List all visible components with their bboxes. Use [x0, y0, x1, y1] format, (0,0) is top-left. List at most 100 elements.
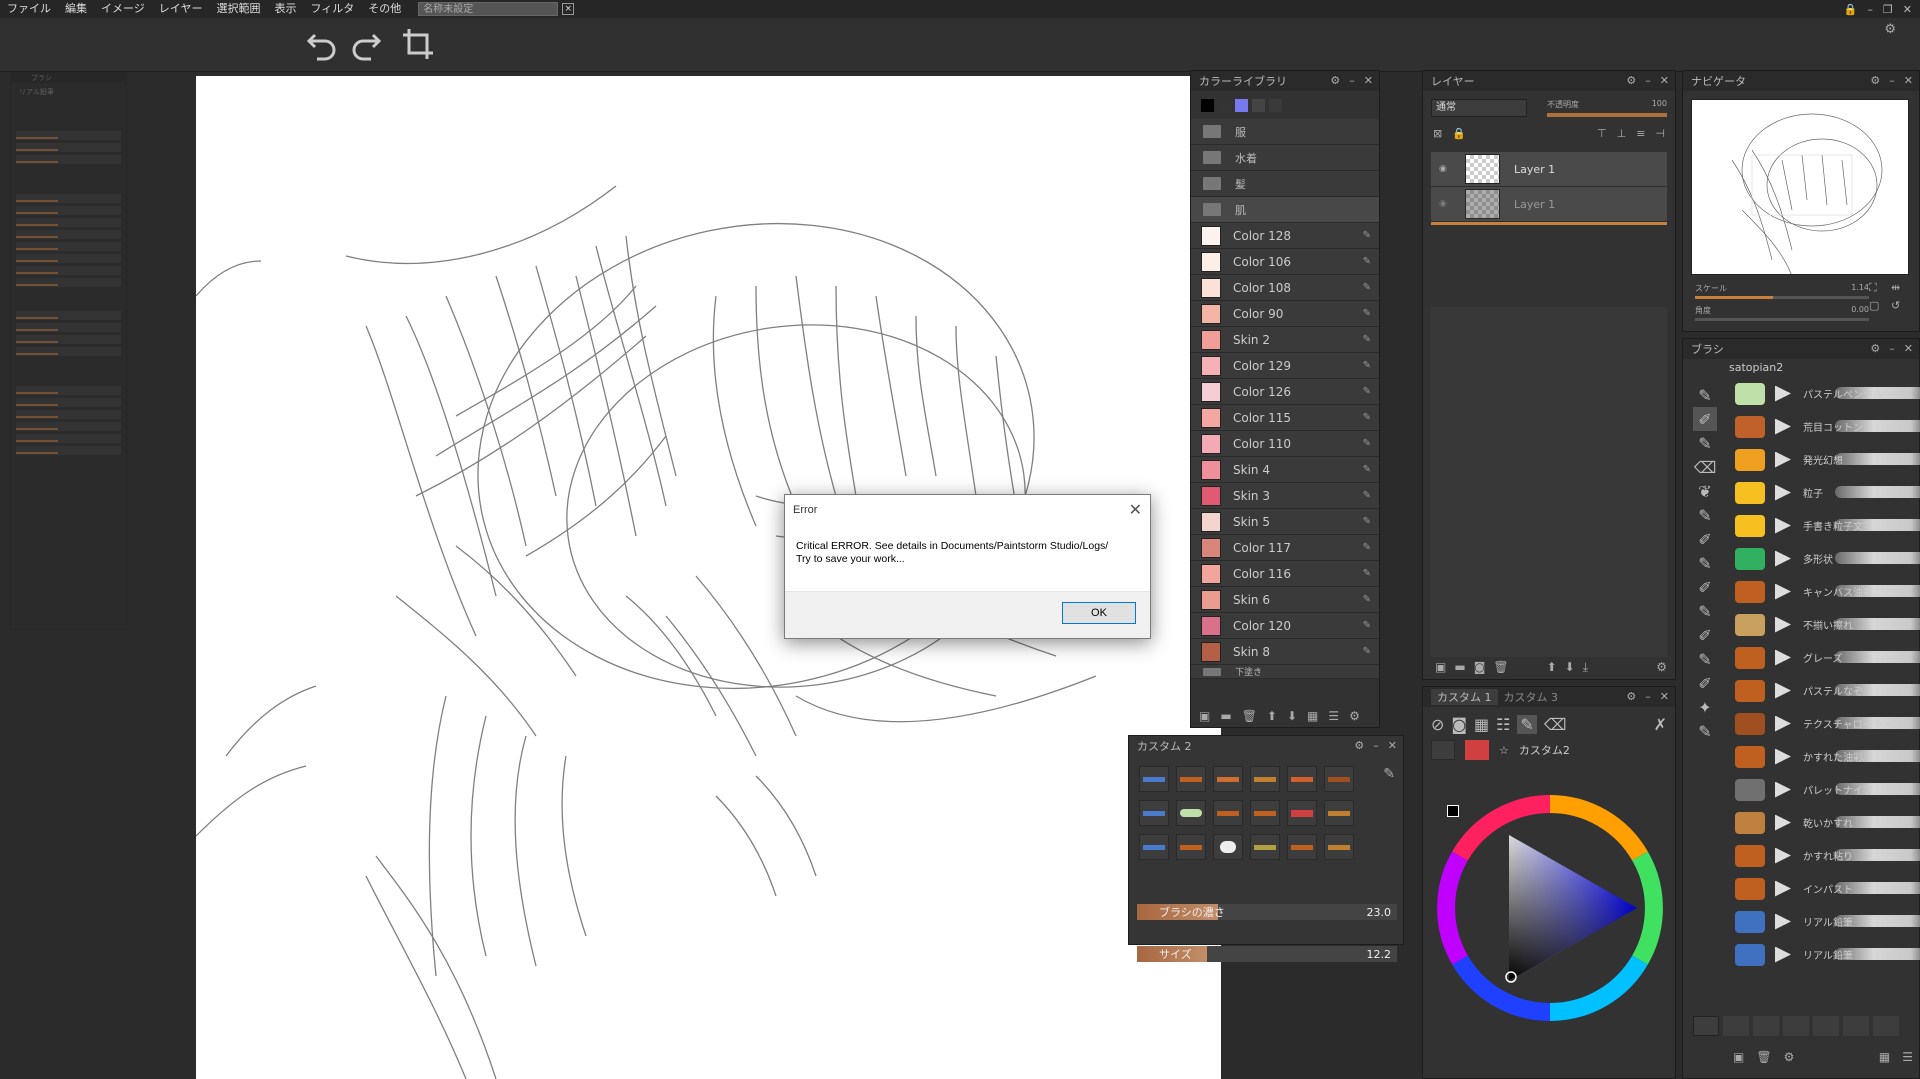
brush-size-slider[interactable]: サイズ 12.2: [1137, 946, 1397, 962]
folder-clothes[interactable]: 服: [1191, 119, 1379, 145]
eyedropper-icon[interactable]: ✎: [1363, 282, 1371, 293]
minimize-button[interactable]: –: [1867, 3, 1873, 16]
transparency-lock-icon[interactable]: ⊠: [1433, 127, 1442, 140]
brush-slot-brush-icon[interactable]: [1324, 800, 1354, 826]
menu-filter[interactable]: フィルタ: [303, 0, 361, 18]
brush-item[interactable]: 不揃い擦れ: [1725, 608, 1920, 641]
quick-slot-pencil-icon[interactable]: [1783, 1016, 1809, 1036]
color-swatch-row[interactable]: Color 90 ✎: [1191, 301, 1379, 327]
brush-item[interactable]: 乾いかすれ: [1725, 806, 1920, 839]
color-swatch-row[interactable]: Skin 3 ✎: [1191, 483, 1379, 509]
new-swatch-icon[interactable]: ▣: [1199, 709, 1210, 723]
align-right-icon[interactable]: ⊣: [1655, 127, 1665, 140]
color-swatch-row[interactable]: Color 110 ✎: [1191, 431, 1379, 457]
opacity-slider[interactable]: 不透明度 100: [1547, 99, 1667, 117]
brush-slot-pastel-icon[interactable]: [1176, 800, 1206, 826]
eyedropper-icon[interactable]: ✎: [1363, 256, 1371, 267]
brush-tool-icon[interactable]: ✎: [1517, 715, 1537, 734]
brush-item[interactable]: パステルなぞ: [1725, 674, 1920, 707]
eye-icon[interactable]: ◉: [1439, 164, 1453, 174]
minimize-icon[interactable]: –: [1645, 690, 1651, 703]
brush-slot-pencil-icon[interactable]: [1139, 766, 1169, 792]
swatch-blue[interactable]: [1235, 98, 1248, 112]
gear-icon[interactable]: ⚙: [1870, 342, 1880, 355]
eyedropper-icon[interactable]: ✎: [1363, 490, 1371, 501]
folder-under[interactable]: 下塗き: [1191, 665, 1379, 679]
brush-slot-brush-icon[interactable]: [1213, 766, 1243, 792]
color-swatch-row[interactable]: Skin 5 ✎: [1191, 509, 1379, 535]
menu-selection[interactable]: 選択範囲: [209, 0, 267, 18]
gear-icon[interactable]: ⚙: [1656, 660, 1667, 675]
brush-slot-brush-icon[interactable]: [1176, 834, 1206, 860]
color-swatch-row[interactable]: Color 129 ✎: [1191, 353, 1379, 379]
quick-slot-pencil-icon[interactable]: [1813, 1016, 1839, 1036]
brush-slot-marker-icon[interactable]: [1287, 800, 1317, 826]
quick-slot-pencil-icon[interactable]: [1723, 1016, 1749, 1036]
scale-slider[interactable]: スケール 1.14: [1695, 283, 1869, 299]
align-icon[interactable]: ⊤: [1597, 127, 1607, 140]
sparkle-category-icon[interactable]: ✦: [1693, 695, 1717, 719]
brush-item[interactable]: かすれた油彩: [1725, 740, 1920, 773]
angle-slider[interactable]: 角度 0.00: [1695, 305, 1869, 321]
color-swatch-row[interactable]: Skin 8 ✎: [1191, 639, 1379, 665]
brush-slot-brush-icon[interactable]: [1287, 766, 1317, 792]
layer-row[interactable]: ◉ Layer 1: [1431, 152, 1667, 187]
brush-item[interactable]: リアル鉛筆: [1725, 905, 1920, 938]
minimize-icon[interactable]: –: [1889, 74, 1895, 87]
menu-other[interactable]: その他: [361, 0, 408, 18]
leaf-category-icon[interactable]: ❦: [1693, 479, 1717, 503]
eye-icon[interactable]: ◉: [1439, 199, 1453, 209]
color-swatch-row[interactable]: Skin 6 ✎: [1191, 587, 1379, 613]
eyedropper-icon[interactable]: ✎: [1363, 646, 1371, 657]
flip-horizontal-icon[interactable]: ⇹: [1891, 281, 1909, 295]
restore-button[interactable]: ❐: [1883, 3, 1893, 16]
arrow-up-icon[interactable]: ⬆: [1547, 660, 1557, 675]
tab-custom-1[interactable]: カスタム 1: [1431, 689, 1498, 705]
folder-swimsuit[interactable]: 水着: [1191, 145, 1379, 171]
gear-icon[interactable]: ⚙: [1349, 709, 1360, 723]
airbrush-category-icon[interactable]: ✐: [1693, 527, 1717, 551]
crop-icon[interactable]: [398, 24, 438, 64]
brush-item[interactable]: 多形状: [1725, 542, 1920, 575]
eyedropper-icon[interactable]: ✎: [1363, 516, 1371, 527]
distribute-icon[interactable]: ≡: [1636, 127, 1645, 140]
hierarchy-icon[interactable]: ☷: [1496, 715, 1510, 734]
eyedropper-icon[interactable]: ✎: [1363, 620, 1371, 631]
minimize-icon[interactable]: –: [1373, 739, 1379, 752]
color-swatch-row[interactable]: Color 108 ✎: [1191, 275, 1379, 301]
menu-edit[interactable]: 編集: [58, 0, 94, 18]
brush-item[interactable]: 発光幻想: [1725, 443, 1920, 476]
blend-mode-select[interactable]: 通常: [1431, 99, 1527, 117]
brush-item[interactable]: パステルペンシル: [1725, 377, 1920, 410]
brush-item[interactable]: グレーズ: [1725, 641, 1920, 674]
color-swatch-row[interactable]: Skin 4 ✎: [1191, 457, 1379, 483]
redo-icon[interactable]: [346, 24, 386, 64]
preset-marker-icon[interactable]: [1465, 740, 1489, 760]
color-swatch-row[interactable]: Skin 2 ✎: [1191, 327, 1379, 353]
color-swatch-row[interactable]: Color 106 ✎: [1191, 249, 1379, 275]
close-icon[interactable]: ✕: [1904, 342, 1913, 355]
arrow-down-icon[interactable]: ⬇: [1565, 660, 1575, 675]
folder-skin[interactable]: 肌: [1191, 197, 1379, 223]
brush-item[interactable]: キャンバス油彩: [1725, 575, 1920, 608]
oil-category-icon[interactable]: ✎: [1693, 647, 1717, 671]
brush-slot-brush-icon[interactable]: [1213, 800, 1243, 826]
knife-category-icon[interactable]: ✎: [1693, 503, 1717, 527]
eyedropper-icon[interactable]: ✎: [1363, 568, 1371, 579]
close-icon[interactable]: ✕: [1660, 74, 1669, 87]
menu-view[interactable]: 表示: [267, 0, 303, 18]
swatch-gray[interactable]: [1252, 98, 1265, 112]
gear-icon[interactable]: ⚙: [1626, 74, 1636, 87]
quick-slot-brush-icon[interactable]: [1873, 1016, 1899, 1036]
settings-gear-icon[interactable]: ⚙: [1884, 22, 1896, 37]
quick-slot-pencil-icon[interactable]: [1693, 1016, 1719, 1036]
lock-icon[interactable]: 🔒: [1452, 127, 1466, 140]
color-swatch-row[interactable]: Color 126 ✎: [1191, 379, 1379, 405]
brush-item[interactable]: 荒目コットン: [1725, 410, 1920, 443]
eyedropper-icon[interactable]: ✎: [1363, 594, 1371, 605]
eyedropper-icon[interactable]: ✎: [1363, 542, 1371, 553]
list-view-icon[interactable]: ☰: [1328, 709, 1339, 723]
brush-slot-brush-icon[interactable]: [1287, 834, 1317, 860]
layer-row-dragging[interactable]: ◉ Layer 1: [1431, 187, 1667, 222]
eyedropper-icon[interactable]: ✎: [1363, 308, 1371, 319]
